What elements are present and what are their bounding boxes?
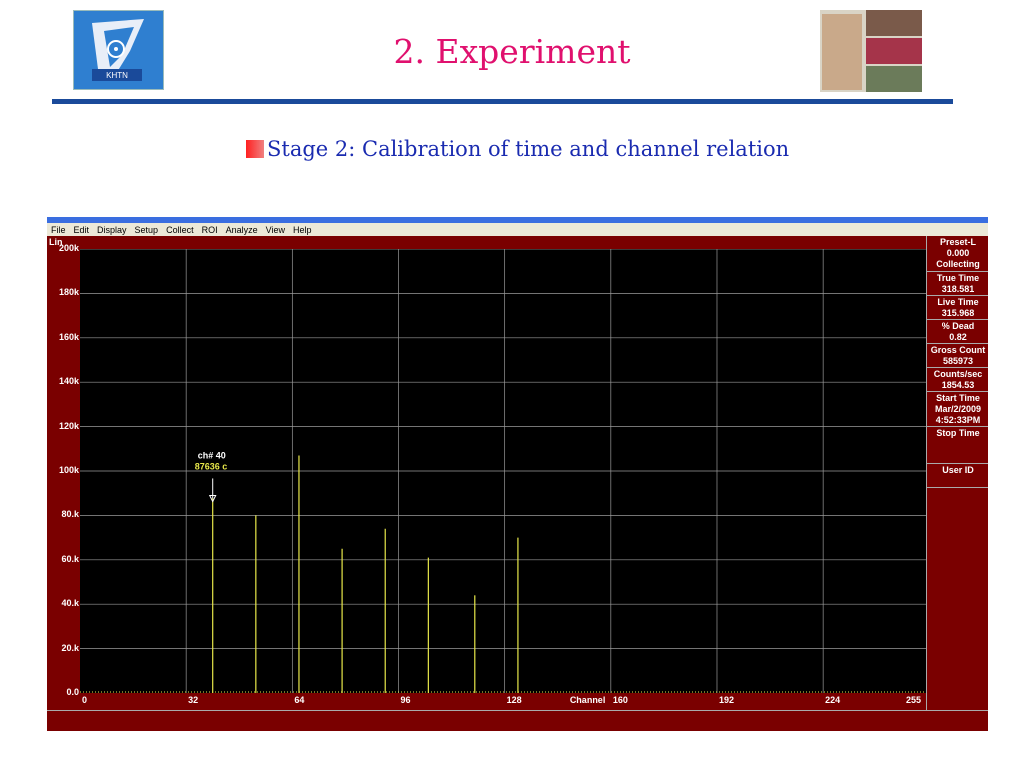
preset-label: Preset-L — [939, 237, 976, 247]
x-tick-label: 96 — [400, 695, 411, 705]
menu-setup[interactable]: Setup — [131, 225, 163, 235]
menubar: File Edit Display Setup Collect ROI Anal… — [47, 223, 988, 236]
status-bar — [47, 710, 988, 731]
gross-count-box: Gross Count 585973 — [927, 344, 988, 368]
true-time-box: True Time 318.581 — [927, 272, 988, 296]
true-time-label: True Time — [936, 273, 980, 283]
bullet-icon — [246, 140, 264, 158]
menu-view[interactable]: View — [262, 225, 289, 235]
spectrum-plot[interactable]: ch# 40 87636 c — [80, 248, 926, 693]
menu-analyze[interactable]: Analyze — [222, 225, 262, 235]
dead-time-label: % Dead — [941, 321, 975, 331]
stop-time-label: Stop Time — [936, 428, 980, 438]
y-tick-label: 180k — [58, 287, 79, 298]
menu-help[interactable]: Help — [289, 225, 316, 235]
y-tick-label: 160k — [58, 331, 79, 342]
spectrum-svg: ch# 4087636 c — [80, 248, 926, 693]
menu-roi[interactable]: ROI — [198, 225, 222, 235]
live-time-box: Live Time 315.968 — [927, 296, 988, 320]
x-tick-label: 224 — [825, 695, 841, 705]
menu-file[interactable]: File — [47, 225, 70, 235]
y-tick-label: 100k — [58, 465, 79, 475]
live-time-label: Live Time — [937, 297, 979, 307]
counts-per-sec-box: Counts/sec 1854.53 — [927, 368, 988, 392]
x-tick-label: 192 — [718, 695, 735, 705]
start-time-box: Start Time Mar/2/2009 4:52:33PM — [927, 392, 988, 427]
y-tick-label: 120k — [58, 420, 79, 431]
collecting-label: Collecting — [936, 259, 980, 269]
slide-subtitle: Stage 2: Calibration of time and channel… — [246, 137, 789, 161]
counts-per-sec-value: 1854.53 — [941, 380, 975, 390]
y-tick-label: 40.k — [61, 598, 79, 609]
spectrum-panel: Lin 0.0 20.k 40.k 60.k 80.k 100k 120k 140k 160k 1… — [47, 236, 926, 710]
y-tick-label: 200k — [58, 243, 79, 253]
logo-text: KHTN — [106, 71, 128, 80]
mca-application-window: File Edit Display Setup Collect ROI Anal… — [47, 217, 988, 731]
dead-time-box: % Dead 0.82 — [927, 320, 988, 344]
campus-photo-collage — [820, 10, 922, 92]
subtitle-text: Stage 2: Calibration of time and channel… — [267, 137, 790, 161]
x-tick-label: 255 — [906, 695, 922, 705]
user-id-box: User ID — [927, 464, 988, 488]
counts-per-sec-label: Counts/sec — [933, 369, 983, 379]
preset-box: Preset-L 0.000 Collecting — [927, 236, 988, 272]
gross-count-label: Gross Count — [930, 345, 986, 355]
true-time-value: 318.581 — [941, 284, 975, 294]
menu-display[interactable]: Display — [93, 225, 131, 235]
x-tick-label: 0 — [82, 695, 88, 705]
title-divider — [52, 99, 953, 104]
x-tick-label: 128 — [506, 695, 522, 705]
marker-channel-label: ch# 40 — [198, 450, 226, 460]
y-tick-label: 60.k — [61, 553, 79, 564]
user-id-label: User ID — [942, 465, 974, 475]
y-tick-label: 80.k — [61, 509, 79, 520]
start-time-label: Start Time — [936, 393, 980, 403]
y-tick-label: 20.k — [61, 642, 79, 653]
gross-count-value: 585973 — [942, 356, 974, 366]
y-tick-label: 0.0 — [66, 687, 79, 697]
y-tick-label: 140k — [58, 376, 79, 387]
dead-time-value: 0.82 — [949, 332, 967, 342]
menu-collect[interactable]: Collect — [162, 225, 198, 235]
stop-time-box: Stop Time — [927, 427, 988, 464]
x-tick-label: 32 — [188, 695, 199, 705]
live-time-value: 315.968 — [941, 308, 975, 318]
x-tick-label: 64 — [294, 695, 305, 705]
preset-value: 0.000 — [946, 248, 970, 258]
marker-counts-label: 87636 c — [195, 461, 228, 471]
start-time-value: Mar/2/2009 4:52:33PM — [934, 404, 982, 425]
x-axis-title: Channel — [569, 695, 606, 705]
status-sidebar: Preset-L 0.000 Collecting True Time 318.… — [926, 236, 988, 710]
x-tick-label: 160 — [612, 695, 628, 705]
menu-edit[interactable]: Edit — [70, 225, 94, 235]
